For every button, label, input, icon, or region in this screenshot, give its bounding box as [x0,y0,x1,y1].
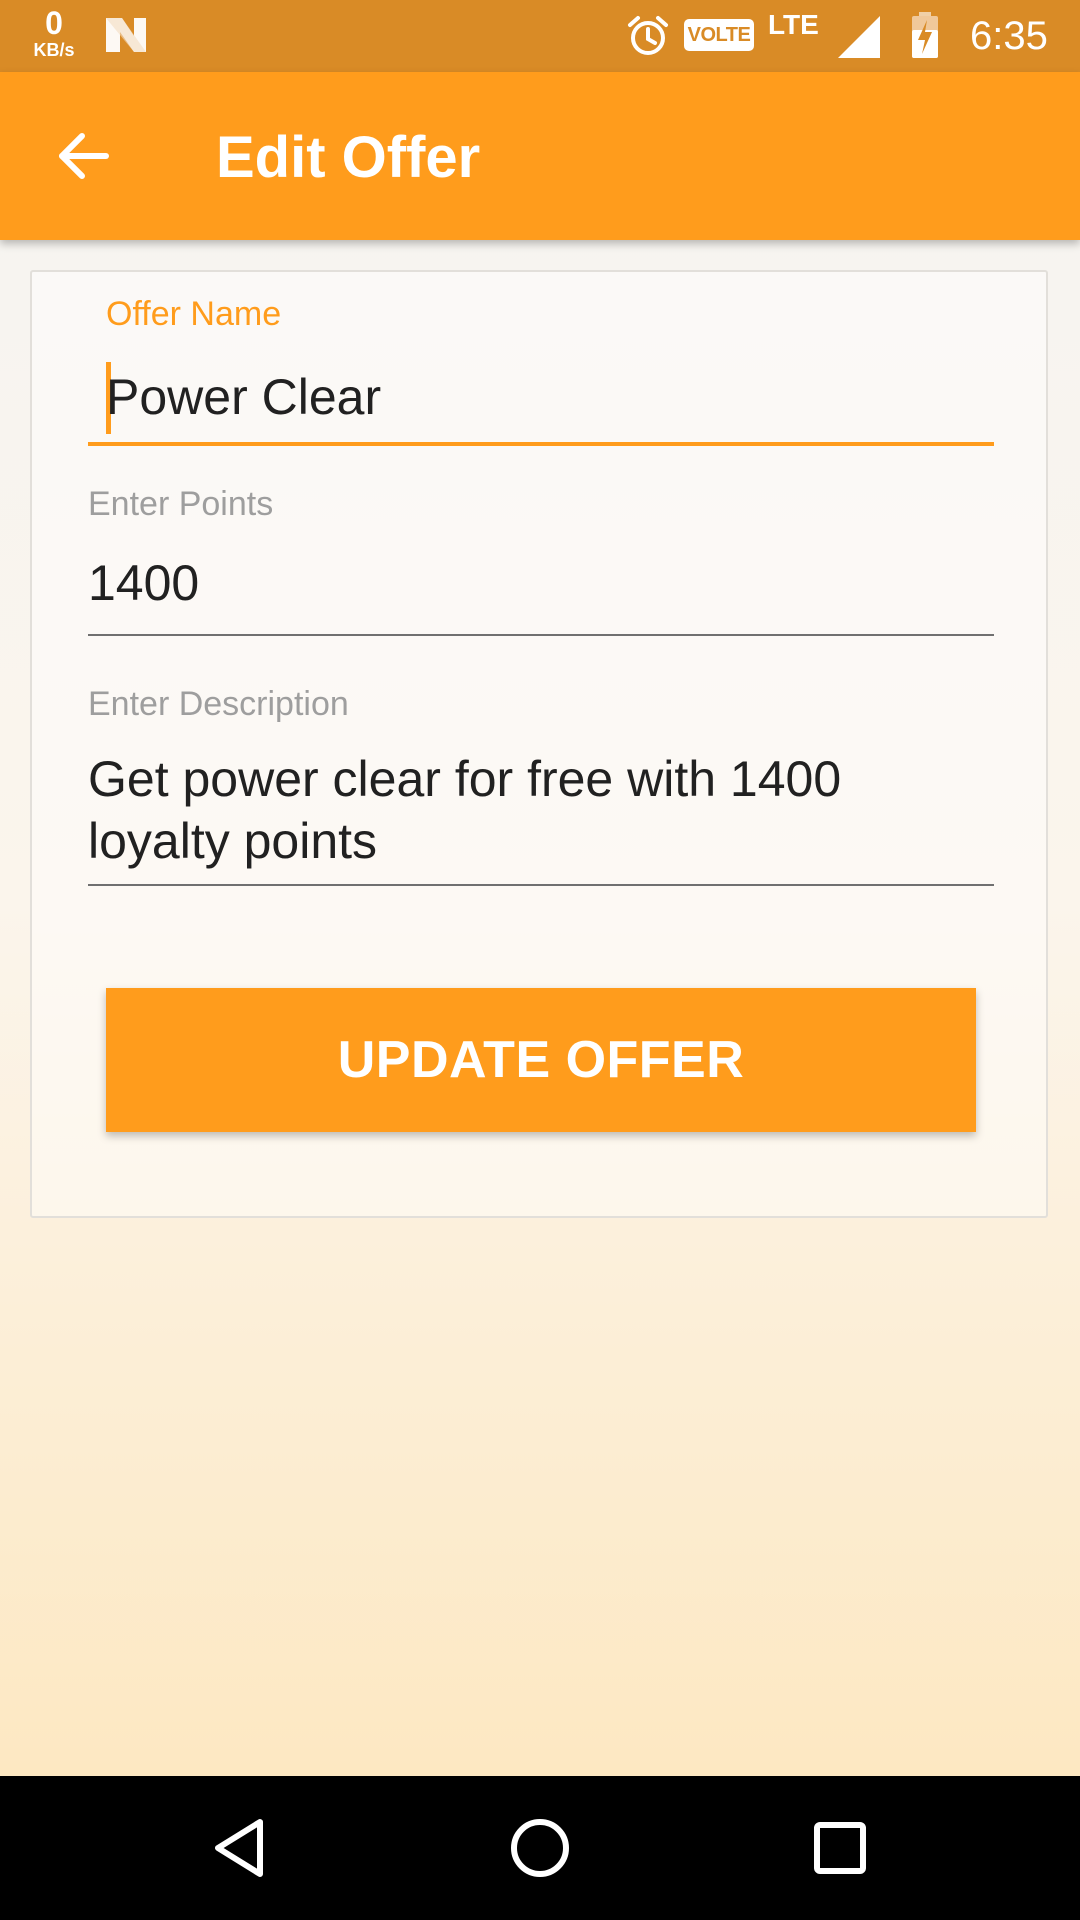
page-title: Edit Offer [216,125,481,190]
volte-badge: VOLTE [684,19,754,51]
nav-back-button[interactable] [190,1798,290,1898]
network-type-label: LTE [768,9,819,40]
app-bar: Edit Offer [0,72,1080,240]
points-label: Enter Points [88,485,274,523]
nav-home-button[interactable] [490,1798,590,1898]
network-speed: 0 KB/s [24,6,84,60]
update-offer-button[interactable]: UPDATE OFFER [106,988,976,1132]
points-input[interactable]: 1400 [88,552,199,614]
description-underline [88,884,994,886]
clock-time: 6:35 [970,14,1048,58]
description-field[interactable]: Enter Description Get power clear for fr… [88,680,994,890]
back-triangle-icon [215,1819,263,1877]
status-bar: 0 KB/s VOLTE LTE 6:35 [0,0,1080,72]
screen: 0 KB/s VOLTE LTE 6:35 Edit Offer Offer N… [0,0,1080,1920]
description-input-line-2[interactable]: loyalty points [88,810,377,872]
signal-icon [838,16,880,58]
offer-name-underline [88,442,994,446]
offer-name-label: Offer Name [106,295,282,333]
edit-offer-card: Offer Name Power Clear Enter Points 1400… [30,270,1048,1218]
battery-charging-icon [912,12,938,58]
points-underline [88,634,994,636]
arrow-left-icon [59,133,109,179]
home-circle-icon [511,1819,569,1877]
navigation-bar [0,1776,1080,1920]
network-speed-unit: KB/s [33,40,75,60]
alarm-icon [628,16,668,55]
recents-square-icon [814,1822,866,1874]
n-notification-icon [106,18,146,52]
points-field[interactable]: Enter Points 1400 [88,482,994,636]
offer-name-field[interactable]: Offer Name Power Clear [88,286,994,446]
back-button[interactable] [44,116,124,196]
offer-name-input[interactable]: Power Clear [106,366,381,428]
network-speed-value: 0 [45,5,63,41]
nav-recents-button[interactable] [790,1798,890,1898]
description-input-line-1[interactable]: Get power clear for free with 1400 [88,748,841,810]
description-label: Enter Description [88,685,349,723]
